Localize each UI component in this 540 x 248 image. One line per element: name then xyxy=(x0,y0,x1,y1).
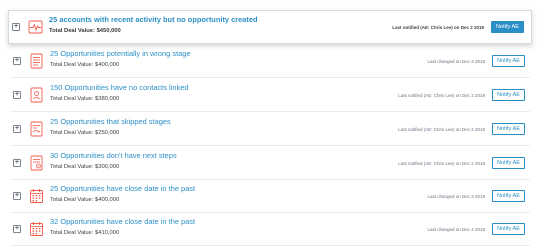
skipped-stages-icon xyxy=(29,121,44,137)
expand-toggle[interactable]: + xyxy=(13,91,21,99)
insight-row[interactable]: + 32 Opportunities have close date in th… xyxy=(10,213,530,246)
last-activity-text: Last changed on Dec 3 2019 xyxy=(427,193,485,199)
contact-card-icon xyxy=(29,87,44,103)
notify-ae-button[interactable]: Notify AE xyxy=(492,123,525,135)
notify-ae-button[interactable]: Notify AE xyxy=(492,55,525,67)
insight-row[interactable]: + 25 Opportunities have close date in th… xyxy=(10,180,530,213)
insight-title[interactable]: 25 accounts with recent activity but no … xyxy=(49,15,258,24)
calendar-icon xyxy=(29,188,44,204)
next-steps-icon xyxy=(29,155,44,171)
insights-list: + 25 accounts with recent activity but n… xyxy=(0,0,540,248)
notify-ae-button[interactable]: Notify AE xyxy=(491,21,524,33)
deal-value: Total Deal Value: $250,000 xyxy=(50,130,120,136)
deal-value: Total Deal Value: $300,000 xyxy=(50,164,120,170)
stage-list-icon xyxy=(29,53,44,69)
insight-title[interactable]: 30 Opportunities don't have next steps xyxy=(50,151,177,160)
expand-toggle[interactable]: + xyxy=(13,57,21,65)
notify-ae-button[interactable]: Notify AE xyxy=(492,157,525,169)
insight-row[interactable]: + 25 accounts with recent activity but n… xyxy=(8,10,532,44)
notify-ae-button[interactable]: Notify AE xyxy=(492,223,525,235)
last-activity-text: Last changed on Dec 3 2019 xyxy=(427,58,485,64)
expand-toggle[interactable]: + xyxy=(13,125,21,133)
calendar-icon xyxy=(29,221,44,237)
deal-value: Total Deal Value: $380,000 xyxy=(50,96,120,102)
last-activity-text: Last notified (AE: Chris Lee) on Dec 2 2… xyxy=(398,126,485,132)
expand-toggle[interactable]: + xyxy=(12,23,20,31)
last-activity-text: Last notified (AE: Chris Lee) on Dec 2 2… xyxy=(398,92,485,98)
last-activity-text: Last changed on Dec 4 2019 xyxy=(427,226,485,232)
insight-title[interactable]: 25 Opportunities that skipped stages xyxy=(50,117,171,126)
expand-toggle[interactable]: + xyxy=(13,159,21,167)
deal-value: Total Deal Value: $450,000 xyxy=(49,28,121,34)
insight-row[interactable]: + 30 Opportunities don't have next steps… xyxy=(10,147,530,180)
deal-value: Total Deal Value: $410,000 xyxy=(50,230,120,236)
expand-toggle[interactable]: + xyxy=(13,192,21,200)
insight-row[interactable]: + 25 Opportunities that skipped stages T… xyxy=(10,113,530,146)
insight-title[interactable]: 150 Opportunities have no contacts linke… xyxy=(50,83,188,92)
insight-row[interactable]: + 25 Opportunities potentially in wrong … xyxy=(10,45,530,78)
expand-toggle[interactable]: + xyxy=(13,225,21,233)
insight-title[interactable]: 25 Opportunities have close date in the … xyxy=(50,184,195,193)
insight-title[interactable]: 25 Opportunities potentially in wrong st… xyxy=(50,49,191,58)
deal-value: Total Deal Value: $400,000 xyxy=(50,197,120,203)
activity-pulse-icon xyxy=(28,19,43,35)
notify-ae-button[interactable]: Notify AE xyxy=(492,89,525,101)
last-activity-text: Last notified (AE: Chris Lee) on Dec 2 2… xyxy=(398,160,485,166)
deal-value: Total Deal Value: $400,000 xyxy=(50,62,120,68)
last-activity-text: Last notified (AE: Chris Lee) on Dec 2 2… xyxy=(392,24,484,30)
notify-ae-button[interactable]: Notify AE xyxy=(492,190,525,202)
insight-row[interactable]: + 150 Opportunities have no contacts lin… xyxy=(10,79,530,112)
insight-title[interactable]: 32 Opportunities have close date in the … xyxy=(50,217,195,226)
